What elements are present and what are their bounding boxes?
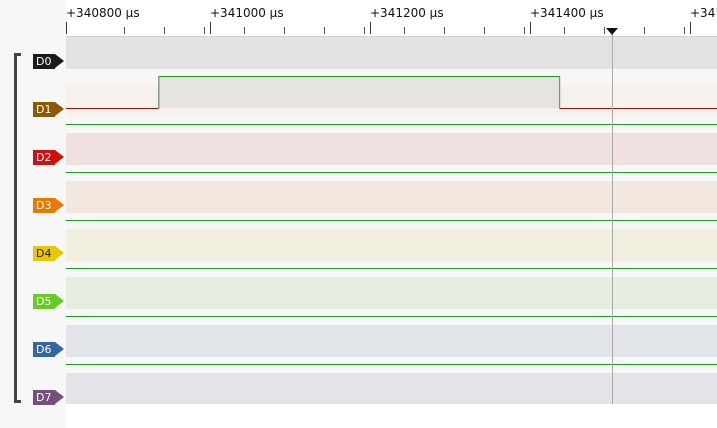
ruler-minor-tick: [164, 27, 165, 34]
ruler-minor-tick: [684, 27, 685, 34]
channel-label-d0[interactable]: D0: [33, 54, 64, 69]
ruler-label: +341200 µs: [370, 6, 444, 20]
ruler-minor-tick: [204, 27, 205, 34]
ruler-major-tick: [210, 22, 211, 34]
ruler-minor-tick: [644, 27, 645, 34]
ruler-minor-tick: [284, 27, 285, 34]
ruler-label: +341: [690, 6, 717, 20]
ruler-minor-tick: [524, 27, 525, 34]
ruler-minor-tick: [444, 27, 445, 34]
trace-area-bottom: [66, 404, 717, 428]
ruler-minor-tick: [604, 27, 605, 34]
d1-pulse-fill: [158, 77, 560, 108]
ruler-label: +341400 µs: [530, 6, 604, 20]
channel-label-d3[interactable]: D3: [33, 198, 64, 213]
ruler-label: +340800 µs: [66, 6, 140, 20]
time-ruler[interactable]: +340800 µs +341000 µs +341200 µs +341400…: [66, 0, 717, 37]
ruler-minor-tick: [484, 27, 485, 34]
channel-label-d1[interactable]: D1: [33, 102, 64, 117]
ruler-major-tick: [370, 22, 371, 34]
channel-label-d7[interactable]: D7: [33, 390, 64, 405]
channel-label-d2[interactable]: D2: [33, 150, 64, 165]
ruler-minor-tick: [564, 27, 565, 34]
ruler-major-tick: [690, 22, 691, 34]
channel-label-d5[interactable]: D5: [33, 294, 64, 309]
ruler-major-tick: [530, 22, 531, 34]
channel-sidebar: [0, 36, 66, 428]
time-cursor[interactable]: [612, 30, 613, 404]
ruler-minor-tick: [364, 27, 365, 34]
ruler-minor-tick: [404, 27, 405, 34]
waveforms: [66, 76, 717, 365]
ruler-major-tick: [66, 22, 67, 34]
cursor-marker-icon[interactable]: [606, 28, 618, 35]
ruler-minor-tick: [324, 27, 325, 34]
ruler-label: +341000 µs: [210, 6, 284, 20]
channel-label-d6[interactable]: D6: [33, 342, 64, 357]
channel-label-d4[interactable]: D4: [33, 246, 64, 261]
logic-analyzer-view: +340800 µs +341000 µs +341200 µs +341400…: [0, 0, 717, 428]
ruler-minor-tick: [244, 27, 245, 34]
channel-group-bracket[interactable]: [14, 53, 21, 403]
ruler-minor-tick: [124, 27, 125, 34]
